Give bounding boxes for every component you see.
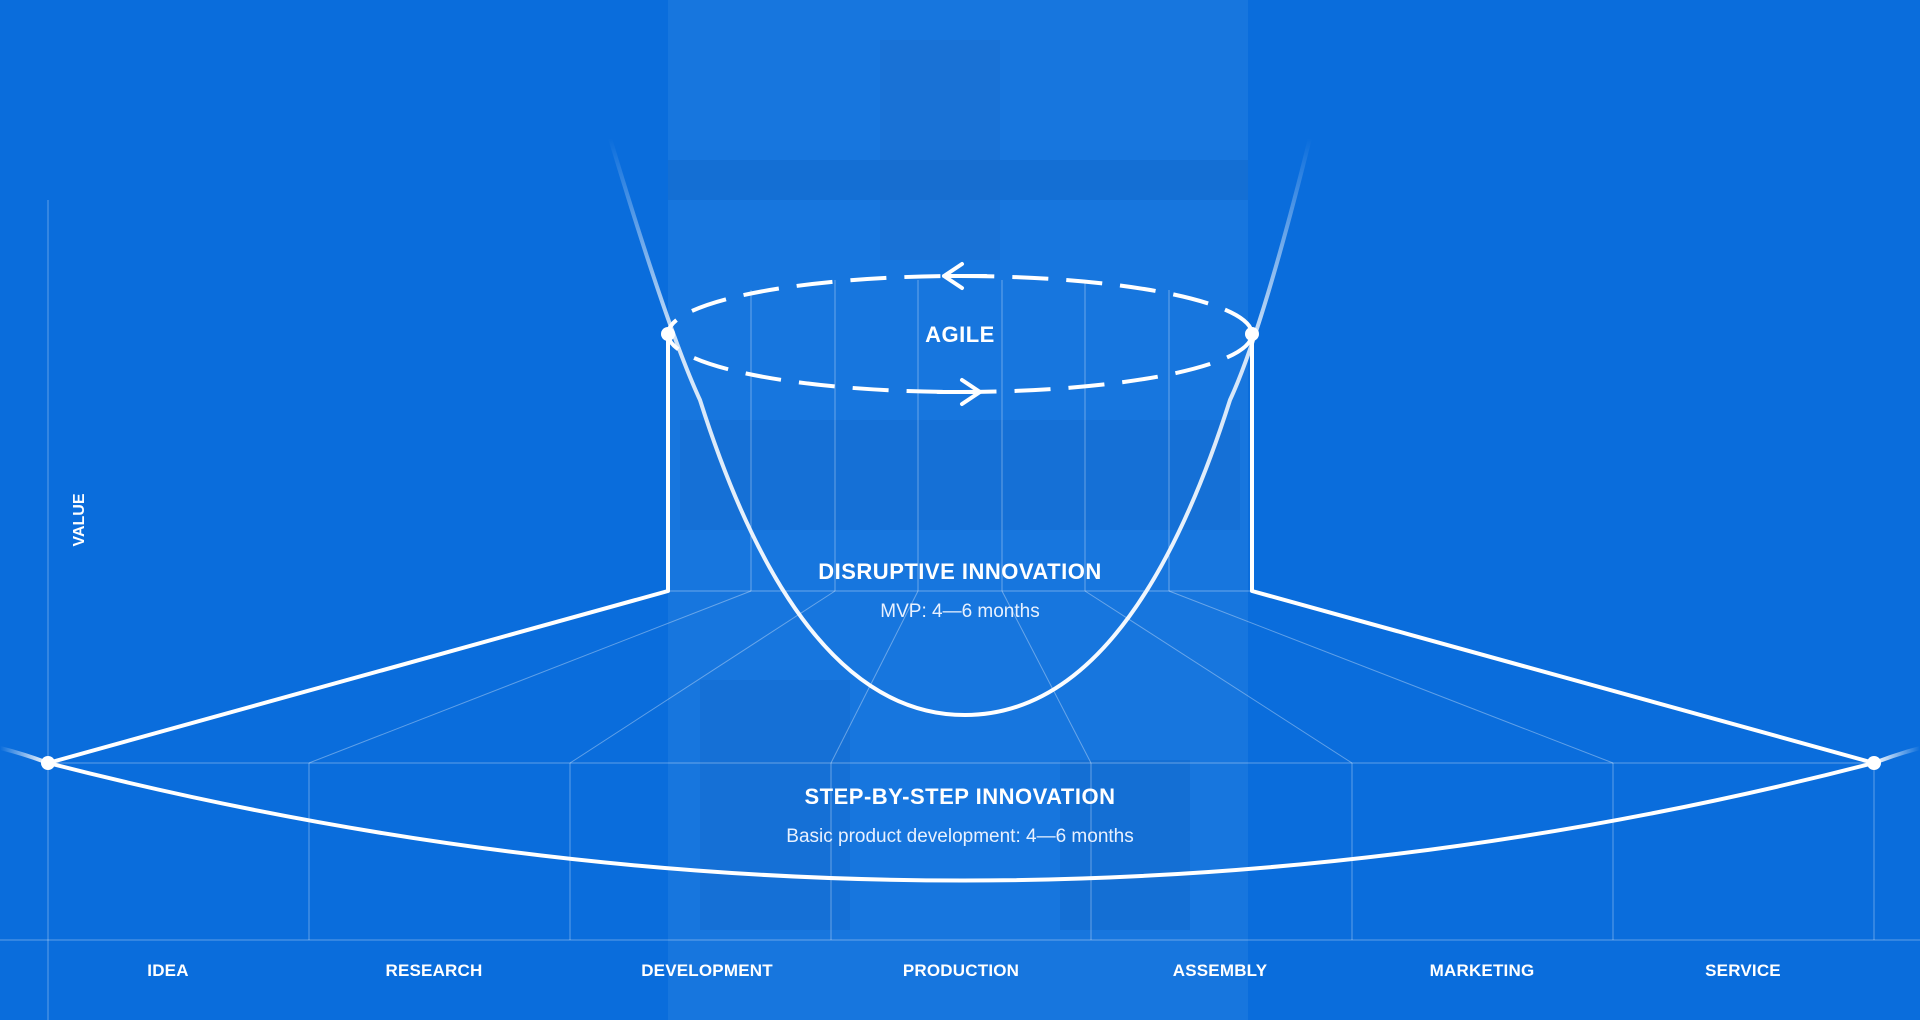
left-wing-curve [0, 746, 49, 765]
diagram-canvas: VALUE AGILE DISRUPTIVE INNOVATION MVP: 4… [0, 0, 1920, 1020]
disruptive-title: DISRUPTIVE INNOVATION [818, 559, 1101, 584]
photo-band [668, 0, 1248, 1020]
stage-label-production: PRODUCTION [903, 961, 1019, 980]
stage-label-research: RESEARCH [385, 961, 482, 980]
stage-label-idea: IDEA [147, 961, 188, 980]
node-agile-left [661, 327, 675, 341]
stage-label-marketing: MARKETING [1430, 961, 1535, 980]
disruptive-subtitle: MVP: 4—6 months [880, 601, 1039, 622]
right-wing-curve [1873, 746, 1920, 765]
node-agile-right [1245, 327, 1259, 341]
stage-labels: IDEA RESEARCH DEVELOPMENT PRODUCTION ASS… [147, 961, 1781, 980]
stage-label-service: SERVICE [1705, 961, 1781, 980]
innovation-diagram: VALUE AGILE DISRUPTIVE INNOVATION MVP: 4… [0, 0, 1920, 1020]
node-left [41, 756, 55, 770]
agile-label: AGILE [925, 322, 995, 347]
step-subtitle: Basic product development: 4—6 months [786, 826, 1133, 847]
node-right [1867, 756, 1881, 770]
stage-label-assembly: ASSEMBLY [1173, 961, 1268, 980]
stage-label-development: DEVELOPMENT [641, 961, 773, 980]
value-axis-label: VALUE [71, 493, 88, 546]
step-title: STEP-BY-STEP INNOVATION [805, 784, 1116, 809]
